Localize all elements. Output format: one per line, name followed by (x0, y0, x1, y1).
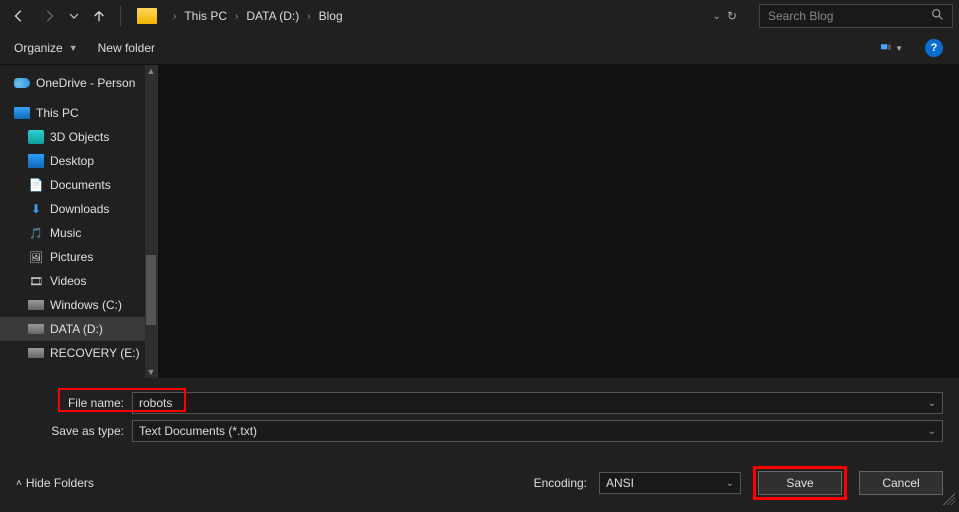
scroll-up-icon[interactable]: ▲ (146, 65, 156, 77)
tree-label: Videos (50, 274, 86, 288)
save-type-row: Save as type: Text Documents (*.txt) ⌄ (16, 420, 943, 442)
encoding-label: Encoding: (534, 476, 587, 490)
forward-button[interactable] (36, 3, 62, 29)
tree-item-windows-c[interactable]: Windows (C:) (0, 293, 157, 317)
encoding-value: ANSI (606, 476, 634, 490)
up-button[interactable] (86, 3, 112, 29)
hide-folders-button[interactable]: ˄ Hide Folders (16, 476, 94, 490)
new-folder-label: New folder (98, 41, 155, 55)
file-name-label: File name: (16, 396, 132, 410)
save-form: File name: robots ⌄ Save as type: Text D… (0, 378, 959, 456)
chevron-down-icon: ▼ (69, 43, 78, 53)
chevron-up-icon: ˄ (16, 478, 22, 489)
tree-item-music[interactable]: Music (0, 221, 157, 245)
tree-label: Documents (50, 178, 111, 192)
pc-icon (14, 107, 30, 119)
highlight-save: Save (753, 466, 847, 500)
encoding-select[interactable]: ANSI ⌄ (599, 472, 741, 494)
save-type-select[interactable]: Text Documents (*.txt) ⌄ (132, 420, 943, 442)
save-type-label: Save as type: (16, 424, 132, 438)
folder-icon (137, 8, 157, 24)
file-list-area[interactable] (158, 65, 959, 378)
action-row: ˄ Hide Folders Encoding: ANSI ⌄ Save Can… (0, 456, 959, 512)
new-folder-button[interactable]: New folder (98, 41, 155, 55)
chevron-right-icon: › (305, 11, 312, 22)
save-label: Save (786, 476, 813, 490)
breadcrumb-part[interactable]: Blog (315, 7, 347, 25)
nav-bar: › This PC › DATA (D:) › Blog ⌄ ↻ Search … (0, 0, 959, 32)
chevron-right-icon: › (233, 11, 240, 22)
downloads-icon (28, 202, 44, 216)
organize-menu[interactable]: Organize ▼ (14, 41, 78, 55)
tree-label: Music (50, 226, 81, 240)
search-placeholder: Search Blog (768, 9, 833, 23)
search-icon (931, 8, 944, 24)
tree-label: RECOVERY (E:) (50, 346, 140, 360)
scroll-down-icon[interactable]: ▼ (146, 366, 156, 378)
tree-label: Pictures (50, 250, 93, 264)
view-icon (881, 42, 891, 54)
nav-tree: OneDrive - Person This PC 3D Objects Des… (0, 65, 158, 378)
onedrive-icon (14, 78, 30, 88)
tree-onedrive[interactable]: OneDrive - Person (0, 71, 157, 95)
help-button[interactable]: ? (923, 37, 945, 59)
3d-objects-icon (28, 130, 44, 144)
tree-item-downloads[interactable]: Downloads (0, 197, 157, 221)
tree-label: Desktop (50, 154, 94, 168)
view-options-button[interactable]: ▼ (881, 37, 903, 59)
tree-item-desktop[interactable]: Desktop (0, 149, 157, 173)
tree-item-3d-objects[interactable]: 3D Objects (0, 125, 157, 149)
disk-icon (28, 324, 44, 334)
cancel-button[interactable]: Cancel (859, 471, 943, 495)
help-icon: ? (925, 39, 943, 57)
cancel-label: Cancel (882, 476, 919, 490)
toolbar: Organize ▼ New folder ▼ ? (0, 32, 959, 64)
breadcrumb-part[interactable]: DATA (D:) (242, 7, 303, 25)
save-button[interactable]: Save (758, 471, 842, 495)
tree-item-recovery-e[interactable]: RECOVERY (E:) (0, 341, 157, 365)
main-area: OneDrive - Person This PC 3D Objects Des… (0, 64, 959, 378)
file-name-row: File name: robots ⌄ (16, 392, 943, 414)
back-button[interactable] (6, 3, 32, 29)
documents-icon (28, 178, 44, 192)
videos-icon (28, 274, 44, 288)
chevron-down-icon[interactable]: ⌄ (928, 398, 936, 409)
file-name-input[interactable]: robots ⌄ (132, 392, 943, 414)
save-type-value: Text Documents (*.txt) (139, 424, 928, 438)
recent-locations-dropdown[interactable] (66, 3, 82, 29)
disk-icon (28, 348, 44, 358)
tree-scrollbar[interactable]: ▲ ▼ (145, 65, 157, 378)
tree-item-pictures[interactable]: Pictures (0, 245, 157, 269)
address-bar[interactable]: › This PC › DATA (D:) › Blog ⌄ ↻ (165, 4, 749, 28)
organize-label: Organize (14, 41, 63, 55)
tree-label: 3D Objects (50, 130, 109, 144)
tree-label: DATA (D:) (50, 322, 103, 336)
tree-this-pc[interactable]: This PC (0, 101, 157, 125)
music-icon (28, 226, 44, 240)
resize-grip[interactable] (943, 493, 955, 505)
tree-label: Windows (C:) (50, 298, 122, 312)
breadcrumb-part[interactable]: This PC (180, 7, 231, 25)
tree-label: Downloads (50, 202, 109, 216)
disk-icon (28, 300, 44, 310)
pictures-icon (28, 250, 44, 264)
scroll-thumb[interactable] (146, 255, 156, 325)
chevron-down-icon[interactable]: ⌄ (726, 478, 734, 489)
tree-label: OneDrive - Person (36, 76, 135, 90)
tree-item-videos[interactable]: Videos (0, 269, 157, 293)
search-input[interactable]: Search Blog (759, 4, 953, 28)
chevron-right-icon: › (171, 11, 178, 22)
refresh-icon[interactable]: ↻ (727, 9, 737, 23)
file-name-value: robots (139, 396, 928, 410)
desktop-icon (28, 154, 44, 168)
tree-item-documents[interactable]: Documents (0, 173, 157, 197)
hide-folders-label: Hide Folders (26, 476, 94, 490)
tree-label: This PC (36, 106, 79, 120)
chevron-down-icon[interactable]: ⌄ (928, 426, 936, 437)
chevron-down-icon[interactable]: ⌄ (713, 11, 721, 22)
tree-item-data-d[interactable]: DATA (D:) (0, 317, 157, 341)
chevron-down-icon: ▼ (895, 44, 903, 53)
